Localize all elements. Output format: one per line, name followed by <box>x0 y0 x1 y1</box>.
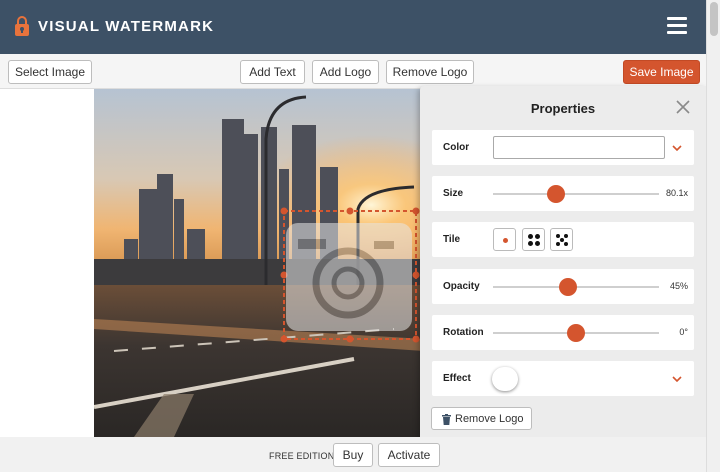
panel-title: Properties <box>530 101 596 116</box>
rotation-row: Rotation 0° <box>432 315 694 350</box>
photo-canvas[interactable] <box>94 89 424 437</box>
add-text-button[interactable]: Add Text <box>240 60 305 84</box>
select-image-button[interactable]: Select Image <box>8 60 92 84</box>
chevron-down-icon[interactable] <box>672 145 682 151</box>
lock-icon <box>15 16 29 36</box>
activate-button[interactable]: Activate <box>378 443 440 467</box>
effect-toggle[interactable] <box>492 367 518 391</box>
trash-icon <box>442 414 451 425</box>
rotation-label: Rotation <box>443 327 484 338</box>
tile-row: Tile <box>432 222 694 257</box>
scrollbar-thumb[interactable] <box>710 2 718 36</box>
add-logo-button[interactable]: Add Logo <box>312 60 379 84</box>
app-title: VISUAL WATERMARK <box>38 18 215 35</box>
size-row: Size 80.1x <box>432 176 694 211</box>
footer: FREE EDITION Buy Activate <box>0 437 706 472</box>
color-label: Color <box>443 142 470 153</box>
app-header: VISUAL WATERMARK <box>0 0 706 54</box>
tile-single-option[interactable] <box>493 228 516 251</box>
toolbar: Select Image Add Text Add Logo Remove Lo… <box>0 54 706 89</box>
effect-label: Effect <box>443 373 471 384</box>
opacity-row: Opacity 45% <box>432 269 694 304</box>
size-slider-track[interactable] <box>493 193 659 195</box>
remove-logo-label: Remove Logo <box>455 413 524 425</box>
tile-label: Tile <box>443 234 461 245</box>
city-sunset-photo <box>94 89 424 437</box>
size-label: Size <box>443 188 464 199</box>
panel-remove-logo-button[interactable]: Remove Logo <box>431 407 532 430</box>
size-value: 80.1x <box>665 188 688 198</box>
remove-logo-button[interactable]: Remove Logo <box>386 60 474 84</box>
opacity-value: 45% <box>669 281 688 291</box>
save-image-button[interactable]: Save Image <box>623 60 700 84</box>
color-field[interactable] <box>493 136 665 159</box>
tile-four-option[interactable] <box>522 228 545 251</box>
watermark-logo <box>286 223 412 331</box>
tile-five-option[interactable] <box>550 228 573 251</box>
size-slider-thumb[interactable] <box>547 185 565 203</box>
color-row: Color <box>432 130 694 165</box>
effect-row: Effect <box>432 361 694 396</box>
page-scrollbar[interactable] <box>706 0 720 472</box>
close-icon[interactable] <box>676 100 690 114</box>
properties-panel: Properties Color Size 80.1x Tile Opacity… <box>420 86 706 442</box>
hamburger-menu-icon[interactable] <box>667 17 687 35</box>
rotation-slider-thumb[interactable] <box>567 324 585 342</box>
opacity-slider-thumb[interactable] <box>559 278 577 296</box>
edition-label: FREE EDITION <box>269 451 335 461</box>
rotation-value: 0° <box>679 327 688 337</box>
opacity-label: Opacity <box>443 281 480 292</box>
buy-button[interactable]: Buy <box>333 443 373 467</box>
chevron-down-icon[interactable] <box>672 376 682 382</box>
